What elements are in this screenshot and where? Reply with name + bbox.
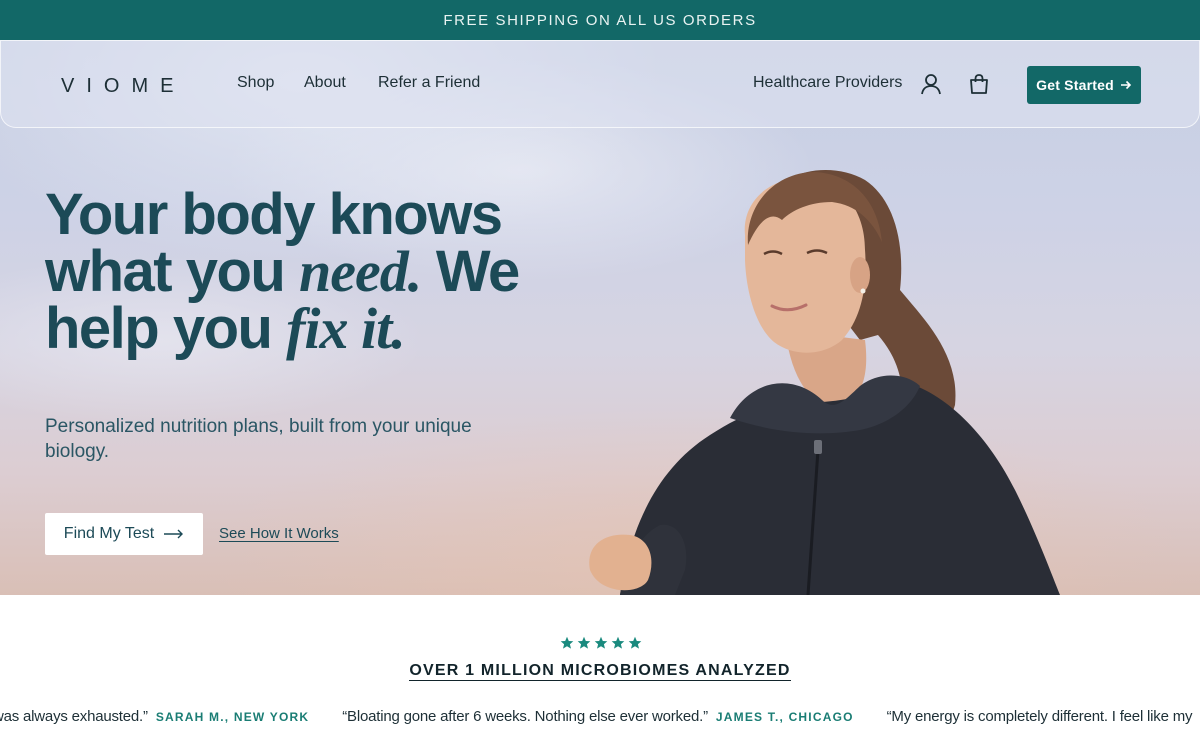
find-my-test-button[interactable]: Find My Test xyxy=(45,513,203,555)
testimonial-author: SARAH M., NEW YORK xyxy=(155,709,310,724)
testimonial-track: why I was always exhausted.” SARAH M., N… xyxy=(0,708,1193,725)
arrow-right-icon xyxy=(164,529,184,539)
testimonial-quote: “Bloating gone after 6 weeks. Nothing el… xyxy=(342,708,708,725)
arrow-right-icon xyxy=(1120,80,1131,90)
get-started-label: Get Started xyxy=(1036,77,1114,93)
find-my-test-label: Find My Test xyxy=(63,525,155,542)
user-icon[interactable] xyxy=(920,73,942,95)
svg-text:VIOME: VIOME xyxy=(61,76,181,94)
star-icon xyxy=(594,636,608,649)
nav-about[interactable]: About xyxy=(304,74,346,92)
shopping-bag-icon[interactable] xyxy=(968,73,990,95)
star-icon xyxy=(560,636,574,649)
hero-runner-image xyxy=(589,170,1060,595)
nav-refer-a-friend[interactable]: Refer a Friend xyxy=(378,74,480,92)
site-header: VIOME Shop About Refer a Friend Healthca… xyxy=(0,40,1200,128)
testimonial-marquee: why I was always exhausted.” SARAH M., N… xyxy=(0,708,1200,732)
see-how-it-works-link[interactable]: See How It Works xyxy=(219,525,339,542)
viome-logo[interactable]: VIOME xyxy=(61,76,181,94)
headline-emphasis-need: need. xyxy=(298,239,422,304)
get-started-button[interactable]: Get Started xyxy=(1027,66,1141,104)
star-icon xyxy=(628,636,642,649)
social-proof-title: OVER 1 MILLION MICROBIOMES ANALYZED xyxy=(0,662,1200,681)
social-proof-title-text: OVER 1 MILLION MICROBIOMES ANALYZED xyxy=(409,662,791,681)
testimonial-quote: “My energy is completely different. I fe… xyxy=(886,708,1193,725)
hero-headline: Your body knows what you need. We help y… xyxy=(45,186,565,358)
rating-stars xyxy=(560,636,642,650)
testimonial-quote: why I was always exhausted.” xyxy=(0,708,148,725)
star-icon xyxy=(611,636,625,649)
testimonial-author: JAMES T., CHICAGO xyxy=(715,709,854,724)
announcement-text: FREE SHIPPING ON ALL US ORDERS xyxy=(443,11,757,29)
star-icon xyxy=(577,636,591,649)
nav-shop[interactable]: Shop xyxy=(237,74,274,92)
headline-emphasis-fix-it: fix it. xyxy=(286,296,406,361)
nav-healthcare-providers[interactable]: Healthcare Providers xyxy=(753,74,902,92)
announcement-bar: FREE SHIPPING ON ALL US ORDERS xyxy=(0,0,1200,40)
hero-subheadline: Personalized nutrition plans, built from… xyxy=(45,416,472,462)
